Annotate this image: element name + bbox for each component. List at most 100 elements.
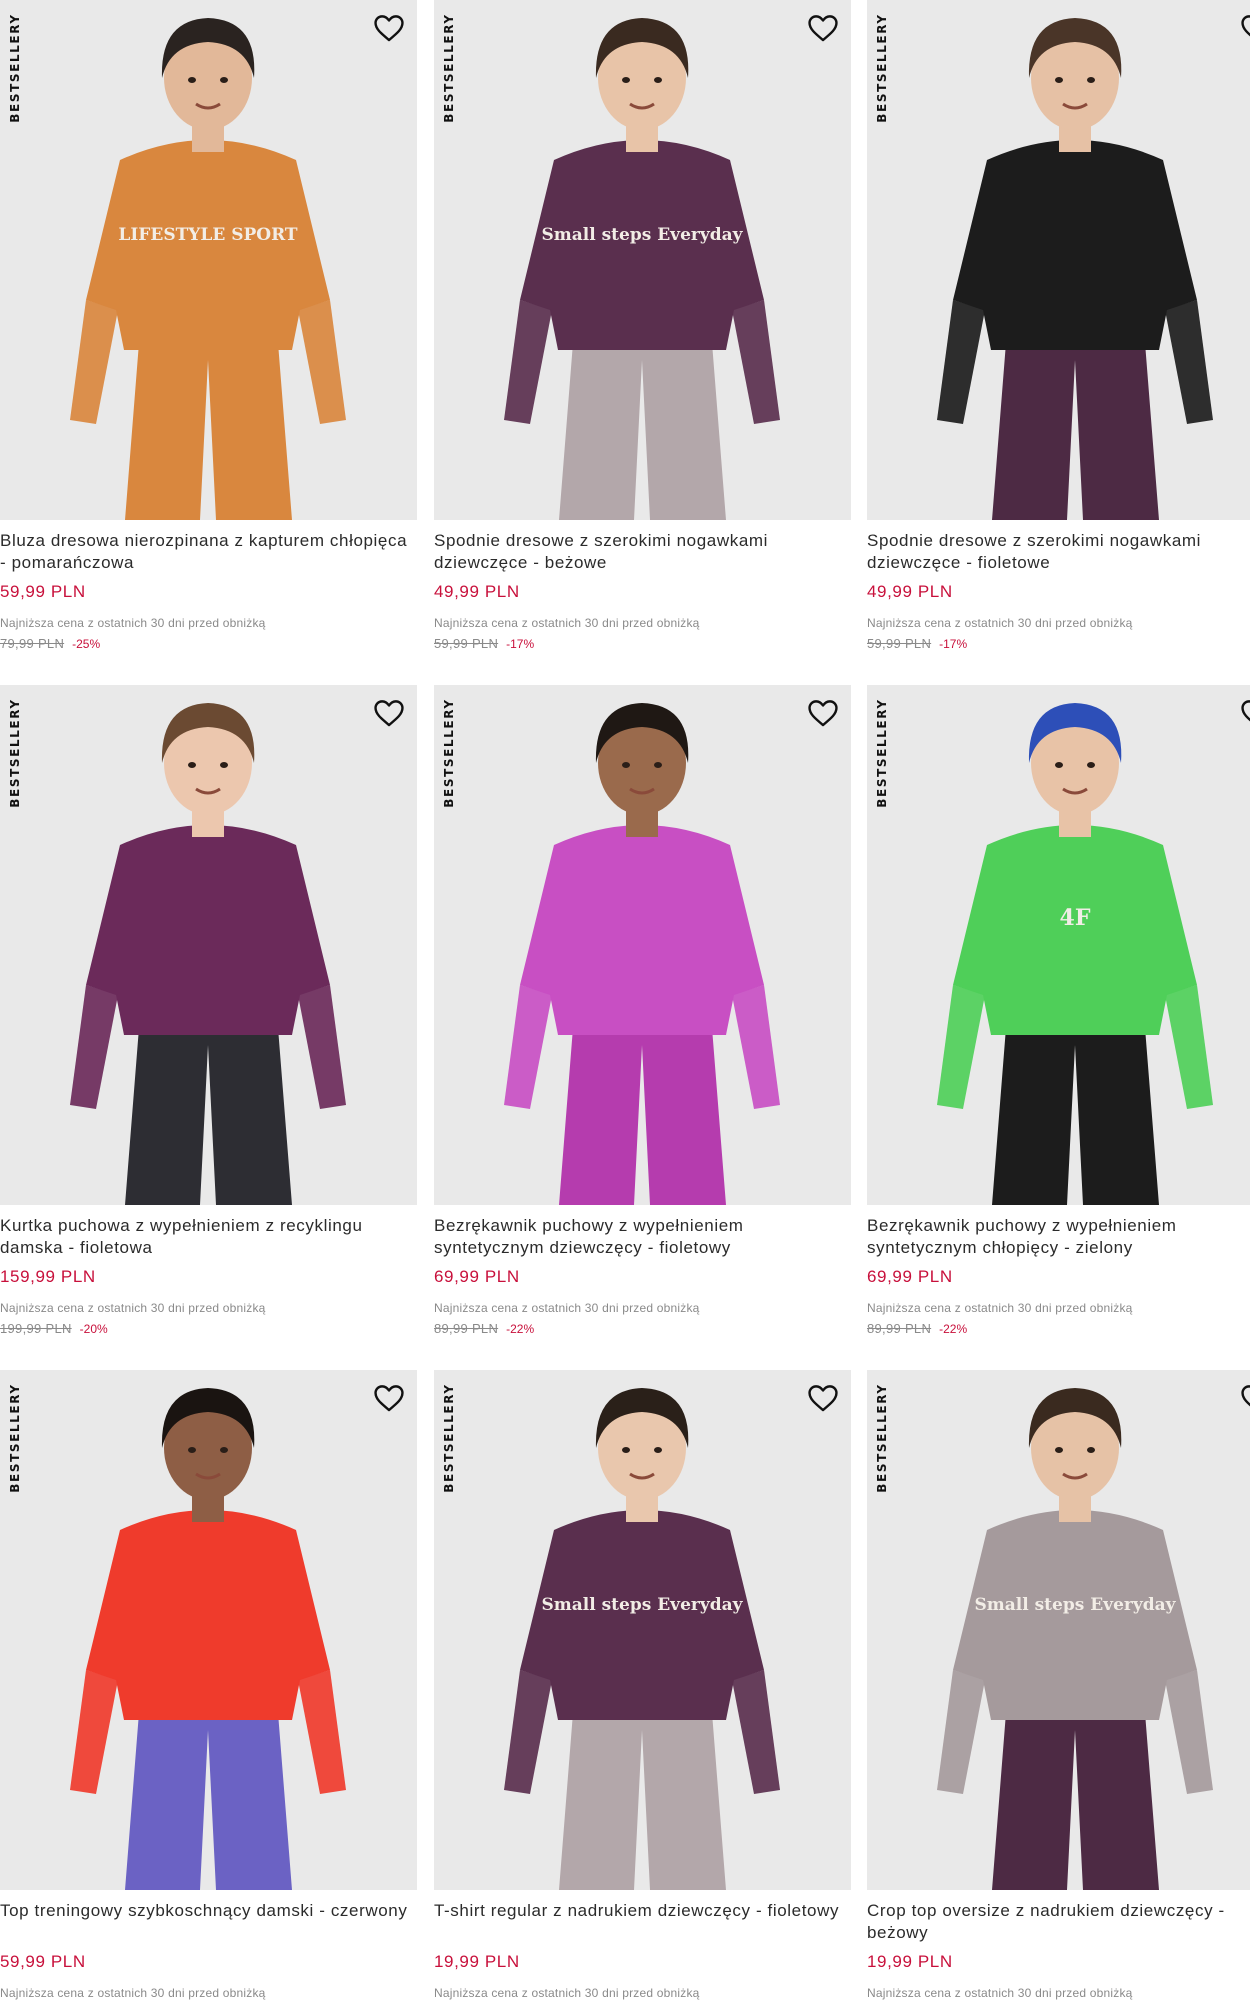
product-image[interactable]: Small steps Everyday BESTSELLERY: [434, 1370, 851, 1890]
bestseller-badge: BESTSELLERY: [8, 698, 22, 808]
add-to-favorites-button[interactable]: [371, 1380, 407, 1416]
lowest-price-note: Najniższa cena z ostatnich 30 dni przed …: [434, 616, 700, 630]
add-to-favorites-button[interactable]: [1238, 10, 1250, 46]
old-price-row: 89,99 PLN -22%: [434, 1321, 851, 1336]
product-image[interactable]: BESTSELLERY: [0, 685, 417, 1205]
product-price: 49,99 PLN: [867, 582, 953, 601]
add-to-favorites-button[interactable]: [1238, 695, 1250, 731]
product-price: 159,99 PLN: [0, 1267, 96, 1286]
discount-badge: -22%: [506, 1322, 535, 1336]
bestseller-badge: BESTSELLERY: [875, 1383, 889, 1493]
old-price: 89,99 PLN: [434, 1321, 499, 1336]
product-photo[interactable]: [0, 685, 417, 1205]
old-price-row: [867, 2006, 1250, 2014]
product-info: Kurtka puchowa z wypełnieniem z recyklin…: [0, 1215, 417, 1336]
heart-outline-icon: [1241, 15, 1250, 37]
add-to-favorites-button[interactable]: [805, 1380, 841, 1416]
discount-badge: -22%: [939, 1322, 968, 1336]
product-title[interactable]: Top treningowy szybkoschnący damski - cz…: [0, 1900, 417, 1944]
add-to-favorites-button[interactable]: [805, 10, 841, 46]
old-price: 89,99 PLN: [867, 1321, 932, 1336]
product-title[interactable]: Spodnie dresowe z szerokimi nogawkami dz…: [434, 530, 851, 574]
old-price-row: 59,99 PLN -17%: [867, 636, 1250, 651]
heart-outline-icon: [808, 1385, 838, 1412]
product-photo[interactable]: [0, 1370, 417, 1890]
heart-outline-icon: [808, 700, 838, 727]
product-title[interactable]: T-shirt regular z nadrukiem dziewczęcy -…: [434, 1900, 851, 1944]
add-to-favorites-button[interactable]: [1238, 1380, 1250, 1416]
product-title[interactable]: Spodnie dresowe z szerokimi nogawkami dz…: [867, 530, 1250, 574]
product-photo[interactable]: Small steps Everyday: [867, 1370, 1250, 1890]
product-info: Bluza dresowa nierozpinana z kapturem ch…: [0, 530, 417, 651]
product-photo[interactable]: [867, 0, 1250, 520]
product-photo[interactable]: Small steps Everyday: [434, 1370, 851, 1890]
lowest-price-note: Najniższa cena z ostatnich 30 dni przed …: [434, 1301, 700, 1315]
bestseller-badge: BESTSELLERY: [875, 13, 889, 123]
discount-badge: -25%: [72, 637, 101, 651]
product-photo[interactable]: Small steps Everyday: [434, 0, 851, 520]
lowest-price-note: Najniższa cena z ostatnich 30 dni przed …: [434, 1986, 700, 2000]
product-image[interactable]: BESTSELLERY: [0, 1370, 417, 1890]
heart-outline-icon: [808, 15, 838, 42]
product-image[interactable]: Small steps Everyday BESTSELLERY: [434, 0, 851, 520]
garment-print: LIFESTYLE SPORT: [118, 225, 298, 245]
bestseller-badge: BESTSELLERY: [8, 13, 22, 123]
product-info: Top treningowy szybkoschnący damski - cz…: [0, 1900, 417, 2014]
product-title[interactable]: Bezrękawnik puchowy z wypełnieniem synte…: [867, 1215, 1250, 1259]
product-image[interactable]: LIFESTYLE SPORT BESTSELLERY: [0, 0, 417, 520]
lowest-price-note: Najniższa cena z ostatnich 30 dni przed …: [0, 616, 266, 630]
discount-badge: -17%: [939, 637, 968, 651]
bestseller-badge: BESTSELLERY: [442, 698, 456, 808]
heart-outline-icon: [1241, 1385, 1250, 1407]
product-price: 19,99 PLN: [867, 1952, 953, 1971]
heart-outline-icon: [374, 1385, 404, 1412]
garment-print: Small steps Everyday: [542, 1595, 744, 1615]
product-photo[interactable]: 4F: [867, 685, 1250, 1205]
product-price: 59,99 PLN: [0, 1952, 86, 1971]
old-price-row: 59,99 PLN -17%: [434, 636, 851, 651]
old-price: 59,99 PLN: [867, 636, 932, 651]
product-info: Spodnie dresowe z szerokimi nogawkami dz…: [867, 530, 1250, 651]
product-info: Bezrękawnik puchowy z wypełnieniem synte…: [867, 1215, 1250, 1336]
product-title[interactable]: Crop top oversize z nadrukiem dziewczęcy…: [867, 1900, 1250, 1944]
product-price: 59,99 PLN: [0, 582, 86, 601]
lowest-price-note: Najniższa cena z ostatnich 30 dni przed …: [0, 1986, 266, 2000]
old-price-row: [0, 2006, 417, 2014]
add-to-favorites-button[interactable]: [805, 695, 841, 731]
old-price-row: 89,99 PLN -22%: [867, 1321, 1250, 1336]
product-image[interactable]: BESTSELLERY: [434, 685, 851, 1205]
add-to-favorites-button[interactable]: [371, 695, 407, 731]
old-price: 59,99 PLN: [434, 636, 499, 651]
product-image[interactable]: 4F BESTSELLERY: [867, 685, 1250, 1205]
product-info: Bezrękawnik puchowy z wypełnieniem synte…: [434, 1215, 851, 1336]
bestseller-badge: BESTSELLERY: [8, 1383, 22, 1493]
product-photo[interactable]: LIFESTYLE SPORT: [0, 0, 417, 520]
lowest-price-note: Najniższa cena z ostatnich 30 dni przed …: [867, 1986, 1133, 2000]
product-image[interactable]: BESTSELLERY: [867, 0, 1250, 520]
product-info: Spodnie dresowe z szerokimi nogawkami dz…: [434, 530, 851, 651]
bestseller-badge: BESTSELLERY: [875, 698, 889, 808]
product-title[interactable]: Kurtka puchowa z wypełnieniem z recyklin…: [0, 1215, 417, 1259]
heart-outline-icon: [374, 700, 404, 727]
old-price-row: 199,99 PLN -20%: [0, 1321, 417, 1336]
add-to-favorites-button[interactable]: [371, 10, 407, 46]
heart-outline-icon: [1241, 700, 1250, 722]
lowest-price-note: Najniższa cena z ostatnich 30 dni przed …: [867, 616, 1133, 630]
product-image[interactable]: Small steps Everyday BESTSELLERY: [867, 1370, 1250, 1890]
product-title[interactable]: Bezrękawnik puchowy z wypełnieniem synte…: [434, 1215, 851, 1259]
old-price-row: 79,99 PLN -25%: [0, 636, 417, 651]
old-price: 199,99 PLN: [0, 1321, 72, 1336]
garment-print: 4F: [1060, 905, 1091, 931]
lowest-price-note: Najniższa cena z ostatnich 30 dni przed …: [0, 1301, 266, 1315]
lowest-price-note: Najniższa cena z ostatnich 30 dni przed …: [867, 1301, 1133, 1315]
product-info: Crop top oversize z nadrukiem dziewczęcy…: [867, 1900, 1250, 2014]
bestseller-badge: BESTSELLERY: [442, 13, 456, 123]
product-photo[interactable]: [434, 685, 851, 1205]
heart-outline-icon: [374, 15, 404, 42]
product-price: 19,99 PLN: [434, 1952, 520, 1971]
bestseller-badge: BESTSELLERY: [442, 1383, 456, 1493]
old-price: 79,99 PLN: [0, 636, 65, 651]
discount-badge: -20%: [79, 1322, 108, 1336]
product-title[interactable]: Bluza dresowa nierozpinana z kapturem ch…: [0, 530, 417, 574]
product-price: 69,99 PLN: [867, 1267, 953, 1286]
